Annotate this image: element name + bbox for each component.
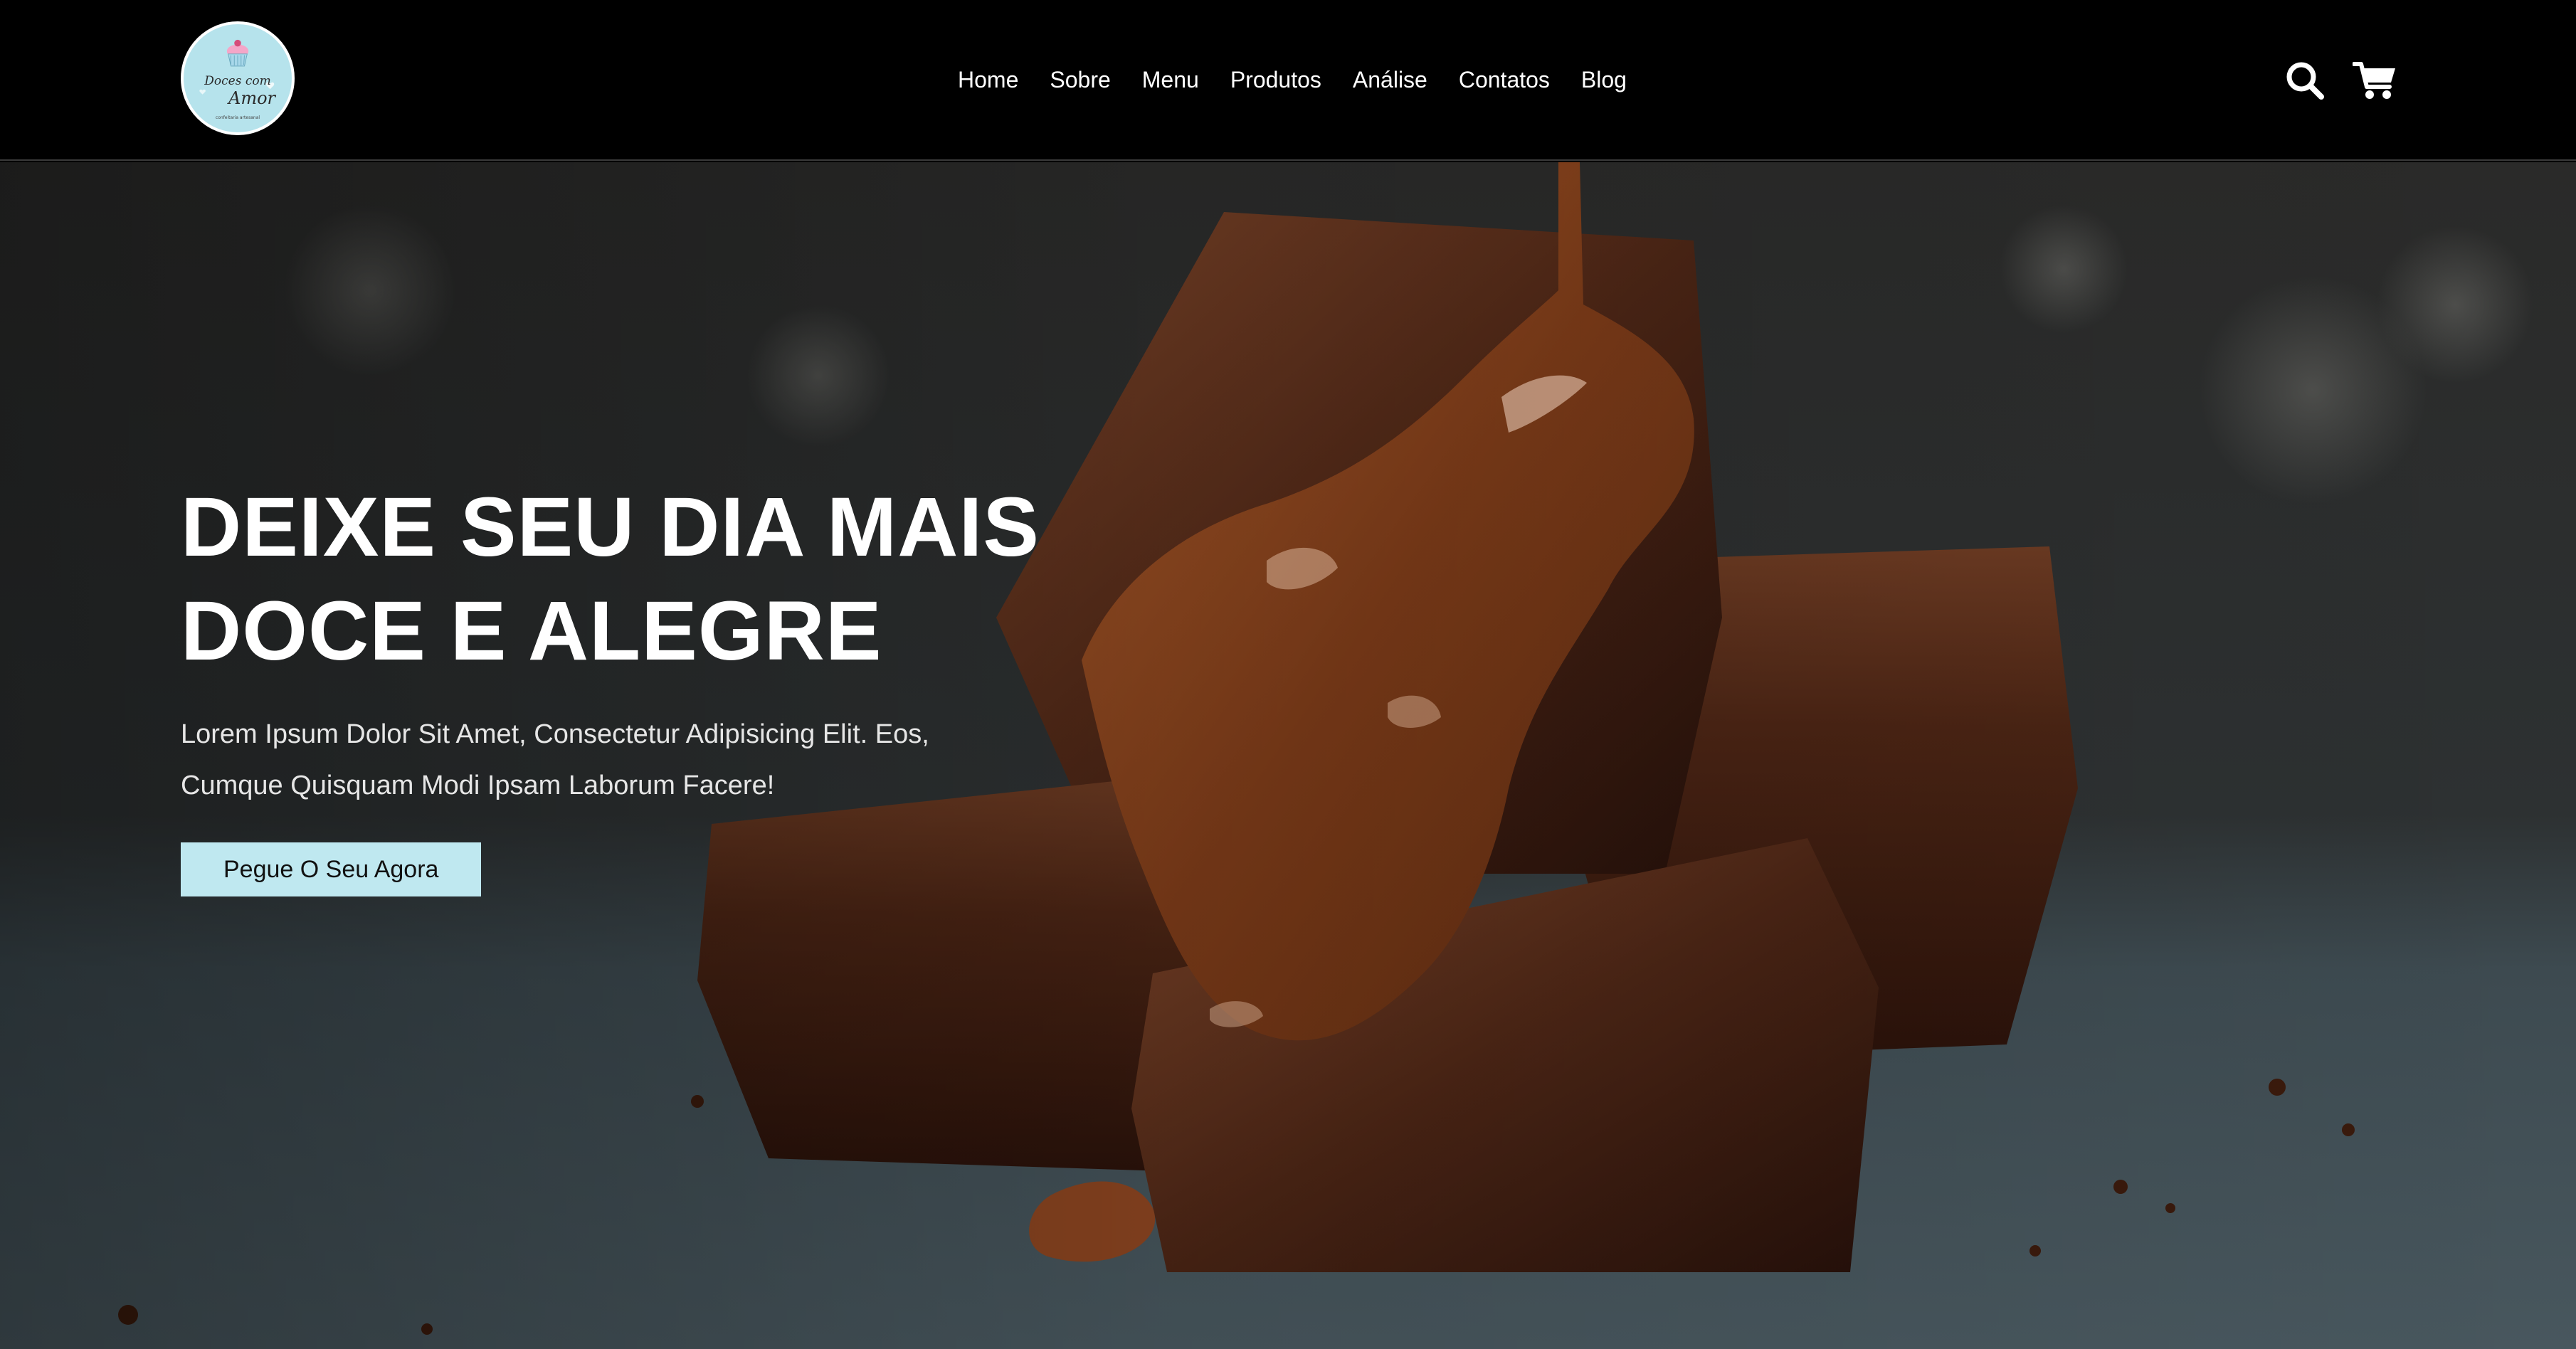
search-icon bbox=[2286, 62, 2324, 100]
nav-item-produtos[interactable]: Produtos bbox=[1230, 67, 1321, 93]
nav-item-home[interactable]: Home bbox=[958, 67, 1018, 93]
search-button[interactable] bbox=[2284, 60, 2326, 101]
nav-item-blog[interactable]: Blog bbox=[1581, 67, 1627, 93]
hero-title: DEIXE SEU DIA MAIS DOCE E ALEGRE bbox=[181, 480, 1040, 678]
hero-section: DEIXE SEU DIA MAIS DOCE E ALEGRE Lorem I… bbox=[0, 162, 2576, 1349]
nav-item-contatos[interactable]: Contatos bbox=[1459, 67, 1550, 93]
logo-tagline: confeitaria artesanal bbox=[215, 115, 260, 120]
main-nav: Home Sobre Menu Produtos Análise Contato… bbox=[0, 64, 2576, 95]
nav-item-menu[interactable]: Menu bbox=[1142, 67, 1199, 93]
hero-subtitle: Lorem Ipsum Dolor Sit Amet, Consectetur … bbox=[181, 719, 929, 800]
hero-content: DEIXE SEU DIA MAIS DOCE E ALEGRE Lorem I… bbox=[181, 475, 1177, 896]
nav-item-sobre[interactable]: Sobre bbox=[1050, 67, 1110, 93]
page: Doces com Amor confeitaria artesanal Hom… bbox=[0, 0, 2576, 1349]
shopping-cart-icon bbox=[2352, 62, 2395, 99]
nav-item-analise[interactable]: Análise bbox=[1353, 67, 1427, 93]
site-header: Doces com Amor confeitaria artesanal Hom… bbox=[0, 0, 2576, 161]
cart-button[interactable] bbox=[2352, 60, 2398, 101]
cta-button[interactable]: Pegue O Seu Agora bbox=[181, 842, 482, 896]
